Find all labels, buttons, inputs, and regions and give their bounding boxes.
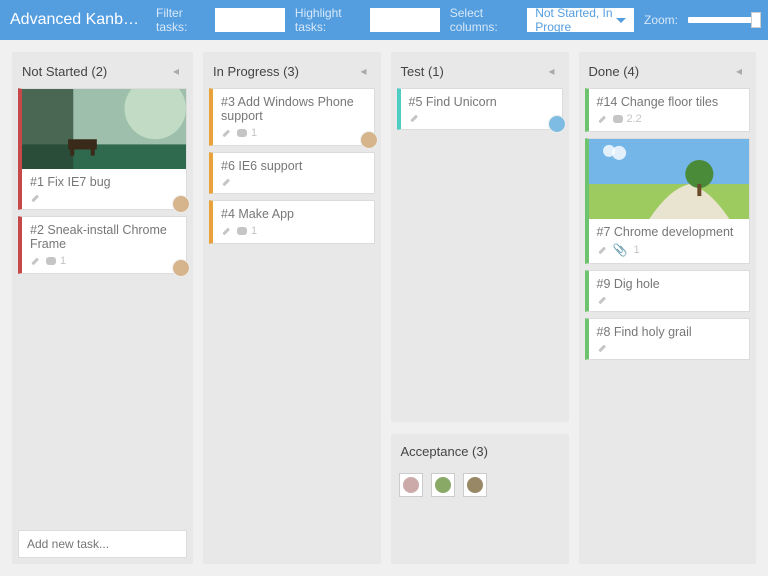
column-title: In Progress (3): [213, 64, 299, 79]
comment-icon: 2.2: [613, 113, 642, 125]
column-done: Done (4) ◂ #14 Change floor tiles 2.2: [579, 52, 757, 564]
avatar: [172, 195, 190, 213]
select-columns-label: Select columns:: [450, 6, 517, 34]
card-4[interactable]: #4 Make App 1: [209, 200, 375, 244]
pencil-icon: [597, 114, 607, 124]
card-5[interactable]: #5 Find Unicorn: [397, 88, 563, 130]
card-1[interactable]: #1 Fix IE7 bug: [18, 88, 187, 210]
pencil-icon: [597, 245, 607, 255]
zoom-label: Zoom:: [644, 13, 678, 27]
card-title: #5 Find Unicorn: [401, 89, 562, 111]
column-title: Test (1): [401, 64, 444, 79]
column-in-progress: In Progress (3) ◂ #3 Add Windows Phone s…: [203, 52, 381, 564]
card-title: #7 Chrome development: [589, 219, 750, 241]
comment-icon: 1: [237, 127, 257, 139]
avatar[interactable]: [431, 473, 455, 497]
pencil-icon: [597, 295, 607, 305]
column-title: Acceptance (3): [401, 444, 488, 459]
column-title: Not Started (2): [22, 64, 107, 79]
comment-icon: 1: [237, 225, 257, 237]
highlight-label: Highlight tasks:: [295, 6, 360, 34]
card-7[interactable]: #7 Chrome development 📎 1: [585, 138, 751, 264]
card-6[interactable]: #6 IE6 support: [209, 152, 375, 194]
collapse-icon[interactable]: ◂: [169, 62, 183, 80]
collapse-icon[interactable]: ◂: [732, 62, 746, 80]
card-2[interactable]: #2 Sneak-install Chrome Frame 1: [18, 216, 187, 274]
avatar[interactable]: [399, 473, 423, 497]
card-title: #9 Dig hole: [589, 271, 750, 293]
column-acceptance: Acceptance (3): [391, 434, 569, 564]
card-title: #6 IE6 support: [213, 153, 374, 175]
avatar[interactable]: [463, 473, 487, 497]
card-image: [22, 89, 186, 169]
pencil-icon: [409, 113, 419, 123]
app-title: Advanced Kanban Bo…: [10, 11, 146, 29]
card-title: #14 Change floor tiles: [589, 89, 750, 111]
card-8[interactable]: #8 Find holy grail: [585, 318, 751, 360]
pencil-icon: [597, 343, 607, 353]
column-group-test-acceptance: Test (1) ◂ #5 Find Unicorn Acceptance (3…: [391, 52, 569, 564]
column-test: Test (1) ◂ #5 Find Unicorn: [391, 52, 569, 422]
pencil-icon: [30, 193, 40, 203]
select-columns-dropdown[interactable]: Not Started, In Progre: [527, 8, 634, 32]
zoom-slider[interactable]: [688, 17, 758, 23]
pencil-icon: [221, 177, 231, 187]
card-image: [589, 139, 750, 219]
pencil-icon: [30, 256, 40, 266]
card-9[interactable]: #9 Dig hole: [585, 270, 751, 312]
card-title: #1 Fix IE7 bug: [22, 169, 186, 191]
card-title: #3 Add Windows Phone support: [213, 89, 374, 125]
select-columns-value: Not Started, In Progre: [535, 6, 616, 34]
collapse-icon[interactable]: ◂: [356, 62, 370, 80]
card-title: #4 Make App: [213, 201, 374, 223]
card-14[interactable]: #14 Change floor tiles 2.2: [585, 88, 751, 132]
attachment-icon: 📎: [613, 243, 628, 257]
chevron-down-icon: [616, 18, 626, 23]
avatar: [360, 131, 378, 149]
acceptance-avatars: [391, 467, 495, 564]
kanban-board: Not Started (2) ◂ #1 Fix IE7 bug #2 Snea…: [0, 40, 768, 576]
column-not-started: Not Started (2) ◂ #1 Fix IE7 bug #2 Snea…: [12, 52, 193, 564]
filter-label: Filter tasks:: [156, 6, 205, 34]
collapse-icon[interactable]: ◂: [544, 62, 558, 80]
avatar: [548, 115, 566, 133]
header-bar: Advanced Kanban Bo… Filter tasks: Highli…: [0, 0, 768, 40]
zoom-thumb[interactable]: [751, 12, 761, 28]
comment-icon: 1: [46, 255, 66, 267]
avatar: [172, 259, 190, 277]
add-task-input[interactable]: [18, 530, 187, 558]
card-3[interactable]: #3 Add Windows Phone support 1: [209, 88, 375, 146]
card-title: #8 Find holy grail: [589, 319, 750, 341]
filter-input[interactable]: [215, 8, 285, 32]
card-title: #2 Sneak-install Chrome Frame: [22, 217, 186, 253]
column-title: Done (4): [589, 64, 640, 79]
pencil-icon: [221, 226, 231, 236]
highlight-input[interactable]: [370, 8, 440, 32]
pencil-icon: [221, 128, 231, 138]
